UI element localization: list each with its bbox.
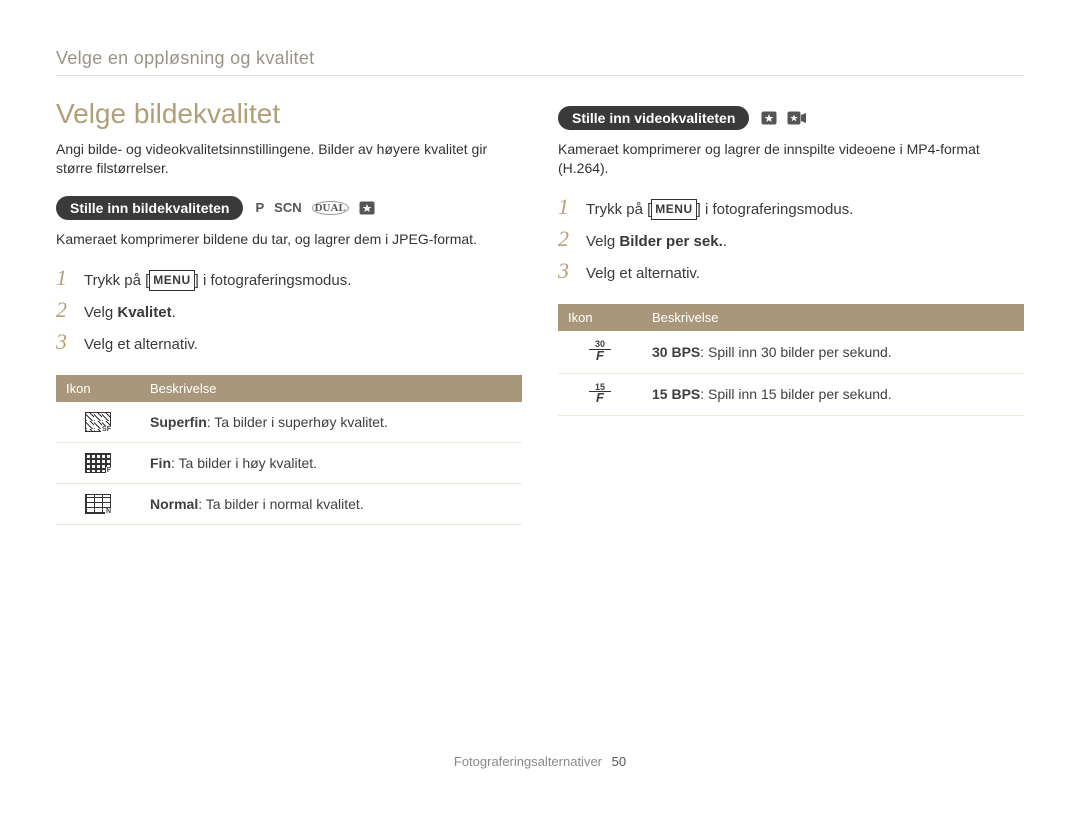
video-quality-table: Ikon Beskrivelse 30F 30 BPS: Spill inn 3… <box>558 304 1024 417</box>
fps-15-icon: 15F <box>589 384 611 404</box>
row-rest: : Ta bilder i superhøy kvalitet. <box>207 414 388 430</box>
divider <box>56 75 1024 76</box>
step-1-pre: Trykk på [ <box>84 272 149 289</box>
step-2: 2 Velg Bilder per sek.. <box>558 226 1024 254</box>
row-bold: 15 BPS <box>652 386 700 402</box>
row-bold: Normal <box>150 496 198 512</box>
step-1-pre: Trykk på [ <box>586 201 651 218</box>
pill-video-quality: Stille inn videokvaliteten <box>558 106 749 130</box>
quality-normal-icon <box>85 494 111 514</box>
mode-dual-icon: DUAL <box>312 201 349 215</box>
section-title: Velge bildekvalitet <box>56 98 522 130</box>
steps-list: 1 Trykk på [MENU] i fotograferingsmodus.… <box>56 265 522 357</box>
row-rest: : Spill inn 15 bilder per sekund. <box>700 386 891 402</box>
step-2-pre: Velg <box>84 304 117 321</box>
table-row: 15F 15 BPS: Spill inn 15 bilder per seku… <box>558 373 1024 416</box>
row-rest: : Ta bilder i normal kvalitet. <box>198 496 363 512</box>
mode-p-icon: P <box>255 200 264 215</box>
footer-page-number: 50 <box>612 754 626 769</box>
row-rest: : Spill inn 30 bilder per sekund. <box>700 344 891 360</box>
subsection-header-row: Stille inn bildekvaliteten P SCN DUAL <box>56 196 522 220</box>
row-rest: : Ta bilder i høy kvalitet. <box>171 455 317 471</box>
page-footer: Fotograferingsalternativer 50 <box>0 754 1080 769</box>
subsection-desc: Kameraet komprimerer og lagrer de innspi… <box>558 140 1024 178</box>
image-quality-table: Ikon Beskrivelse Superfin: Ta bilder i s… <box>56 375 522 525</box>
quality-fine-icon <box>85 453 111 473</box>
step-2-post: . <box>172 304 176 321</box>
mode-icons: P SCN DUAL <box>255 200 374 215</box>
mode-scn-icon: SCN <box>274 200 301 215</box>
step-3: 3 Velg et alternativ. <box>558 258 1024 286</box>
step-2: 2 Velg Kvalitet. <box>56 297 522 325</box>
table-row: Superfin: Ta bilder i superhøy kvalitet. <box>56 402 522 443</box>
th-icon: Ikon <box>558 304 642 331</box>
pill-image-quality: Stille inn bildekvaliteten <box>56 196 243 220</box>
row-bold: 30 BPS <box>652 344 700 360</box>
subsection-desc: Kameraet komprimerer bildene du tar, og … <box>56 230 522 249</box>
footer-section: Fotograferingsalternativer <box>454 754 602 769</box>
step-1: 1 Trykk på [MENU] i fotograferingsmodus. <box>558 194 1024 222</box>
step-2-post: . <box>723 233 727 250</box>
mode-icons <box>761 111 807 125</box>
mode-star-icon <box>359 201 375 215</box>
subsection-header-row: Stille inn videokvaliteten <box>558 106 1024 130</box>
step-3: 3 Velg et alternativ. <box>56 329 522 357</box>
breadcrumb: Velge en oppløsning og kvalitet <box>56 48 1024 69</box>
quality-superfine-icon <box>85 412 111 432</box>
th-desc: Beskrivelse <box>140 375 522 402</box>
step-2-pre: Velg <box>586 233 619 250</box>
step-1: 1 Trykk på [MENU] i fotograferingsmodus. <box>56 265 522 293</box>
step-3-text: Velg et alternativ. <box>84 333 198 357</box>
table-row: Normal: Ta bilder i normal kvalitet. <box>56 483 522 524</box>
left-column: Velge bildekvalitet Angi bilde- og video… <box>56 98 522 525</box>
table-row: Fin: Ta bilder i høy kvalitet. <box>56 442 522 483</box>
th-icon: Ikon <box>56 375 140 402</box>
menu-button-label: MENU <box>651 199 696 220</box>
step-1-post: ] i fotograferingsmodus. <box>195 272 352 289</box>
menu-button-label: MENU <box>149 270 194 291</box>
mode-star-icon <box>761 111 777 125</box>
mode-video-icon <box>787 111 807 125</box>
row-bold: Fin <box>150 455 171 471</box>
step-2-bold: Bilder per sek. <box>619 233 722 250</box>
step-2-bold: Kvalitet <box>117 304 171 321</box>
right-column: Stille inn videokvaliteten Kameraet komp… <box>558 98 1024 525</box>
fps-30-icon: 30F <box>589 341 611 361</box>
step-1-post: ] i fotograferingsmodus. <box>697 201 854 218</box>
table-row: 30F 30 BPS: Spill inn 30 bilder per seku… <box>558 331 1024 373</box>
steps-list: 1 Trykk på [MENU] i fotograferingsmodus.… <box>558 194 1024 286</box>
row-bold: Superfin <box>150 414 207 430</box>
intro-text: Angi bilde- og videokvalitetsinnstilling… <box>56 140 522 178</box>
th-desc: Beskrivelse <box>642 304 1024 331</box>
step-3-text: Velg et alternativ. <box>586 262 700 286</box>
